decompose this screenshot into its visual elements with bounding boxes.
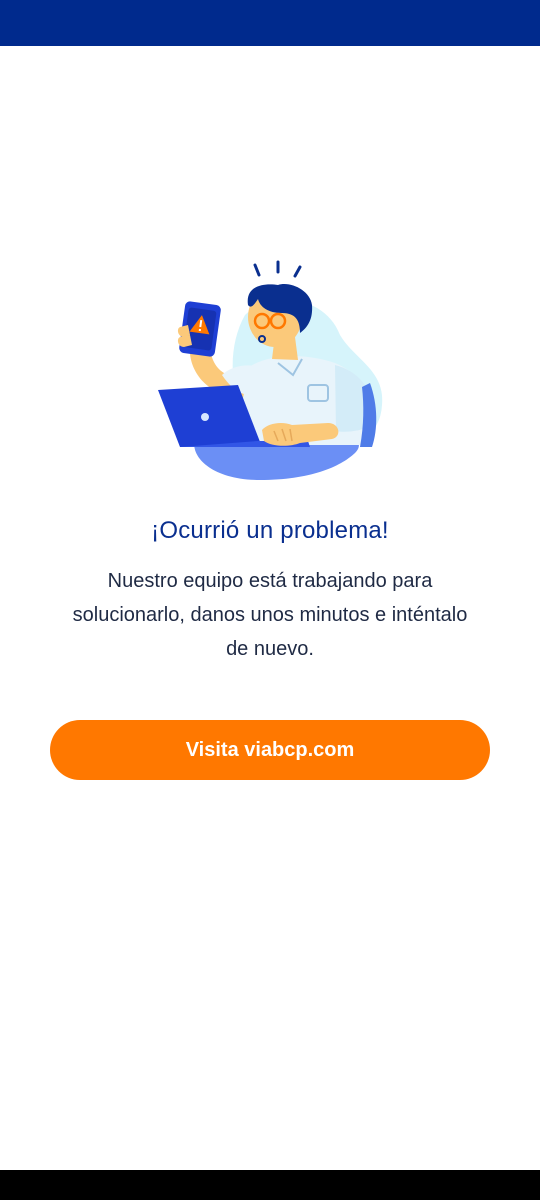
- person-with-phone-warning-icon: [158, 260, 383, 480]
- visit-viabcp-button[interactable]: Visita viabcp.com: [50, 720, 490, 780]
- status-bar: [0, 0, 540, 46]
- error-illustration: [150, 255, 390, 487]
- navigation-bar: [0, 1170, 540, 1200]
- error-title: ¡Ocurrió un problema!: [151, 517, 389, 544]
- error-message: Nuestro equipo está trabajando para solu…: [72, 570, 468, 660]
